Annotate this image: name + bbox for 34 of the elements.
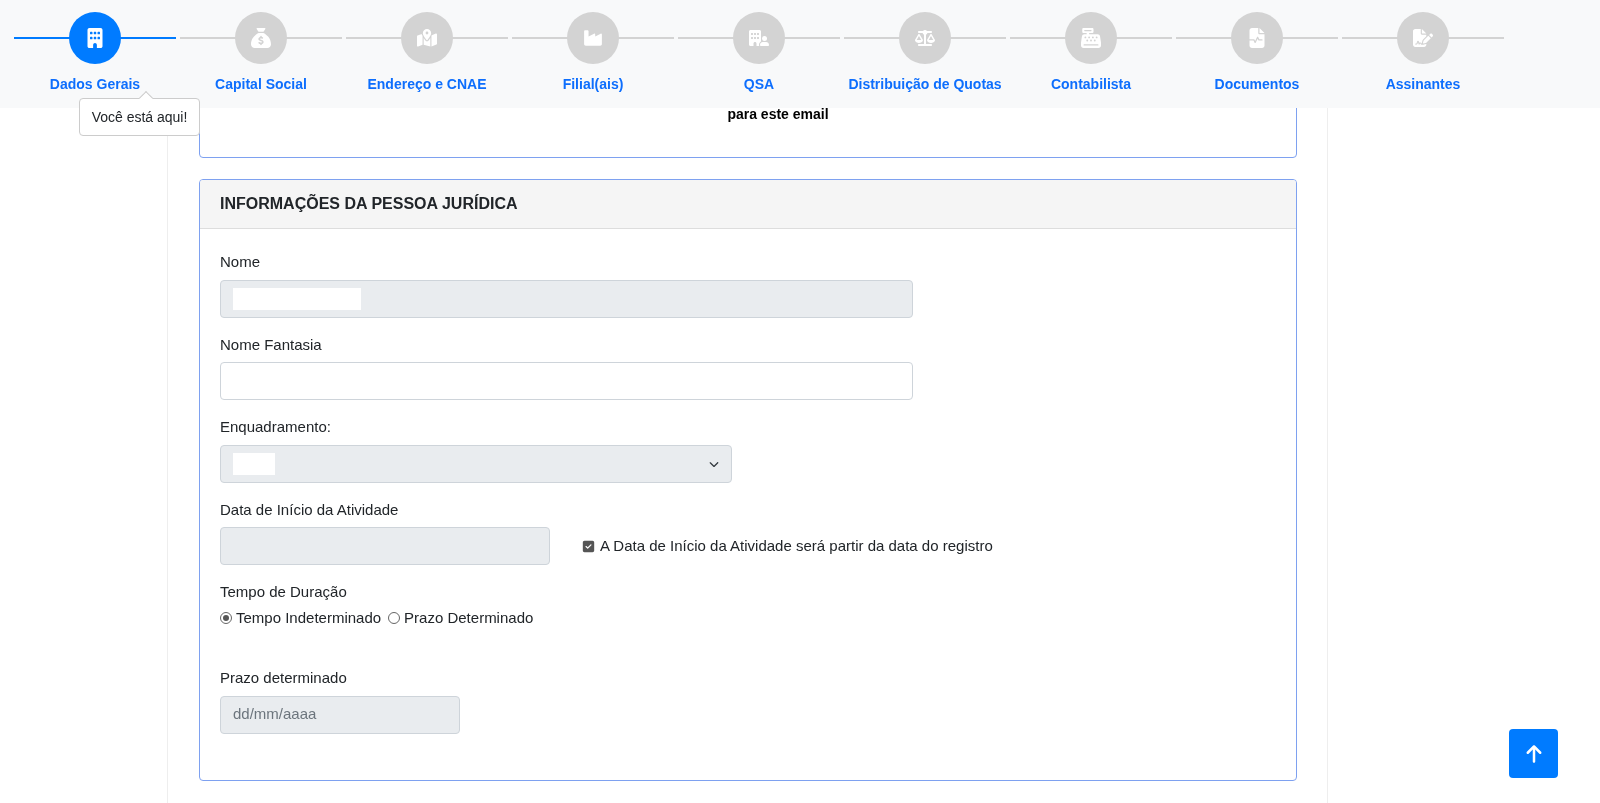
radio-button[interactable] bbox=[388, 611, 401, 624]
field-label: Nome Fantasia bbox=[220, 334, 323, 355]
step-label[interactable]: Endereço e CNAE bbox=[367, 74, 487, 95]
step-label[interactable]: Distribuição de Quotas bbox=[848, 74, 1002, 95]
radio-label: Prazo Determinado bbox=[404, 607, 534, 628]
field-label: Tempo de Duração bbox=[220, 582, 348, 602]
field-label: Prazo determinado bbox=[220, 668, 348, 688]
card-text: para este email bbox=[727, 105, 829, 124]
radio-label: Tempo Indeterminado bbox=[236, 607, 382, 628]
text-input[interactable] bbox=[220, 362, 913, 400]
signed-document-icon bbox=[1413, 28, 1433, 48]
field-label: Enquadramento: bbox=[220, 417, 332, 437]
step-label[interactable]: Capital Social bbox=[215, 74, 307, 95]
step-tab[interactable] bbox=[69, 12, 121, 64]
building-icon bbox=[85, 28, 105, 48]
card-title: INFORMAÇÕES DA PESSOA JURÍDICA bbox=[220, 193, 518, 214]
scroll-to-top-button[interactable] bbox=[1509, 729, 1558, 778]
map-pin-icon bbox=[417, 28, 437, 48]
step-label[interactable]: QSA bbox=[743, 74, 775, 95]
step-label[interactable]: Filial(ais) bbox=[562, 74, 624, 95]
factory-icon bbox=[583, 28, 603, 48]
money-bag-icon bbox=[251, 28, 271, 48]
document-icon bbox=[1247, 28, 1267, 48]
step-label[interactable]: Contabilista bbox=[1050, 74, 1132, 95]
building-user-icon bbox=[749, 28, 769, 48]
step-label[interactable]: Documentos bbox=[1214, 74, 1300, 95]
field-label: Nome bbox=[220, 252, 261, 272]
step-label[interactable]: Assinantes bbox=[1385, 74, 1461, 95]
scales-icon bbox=[915, 28, 935, 48]
cash-register-icon bbox=[1081, 28, 1101, 48]
tooltip: Você está aqui! bbox=[79, 91, 200, 137]
field-label: Data de Início da Atividade bbox=[220, 499, 400, 520]
radio-button[interactable] bbox=[220, 611, 232, 624]
checkbox-label: A Data de Início da Atividade será partir da data do registro bbox=[600, 535, 993, 556]
